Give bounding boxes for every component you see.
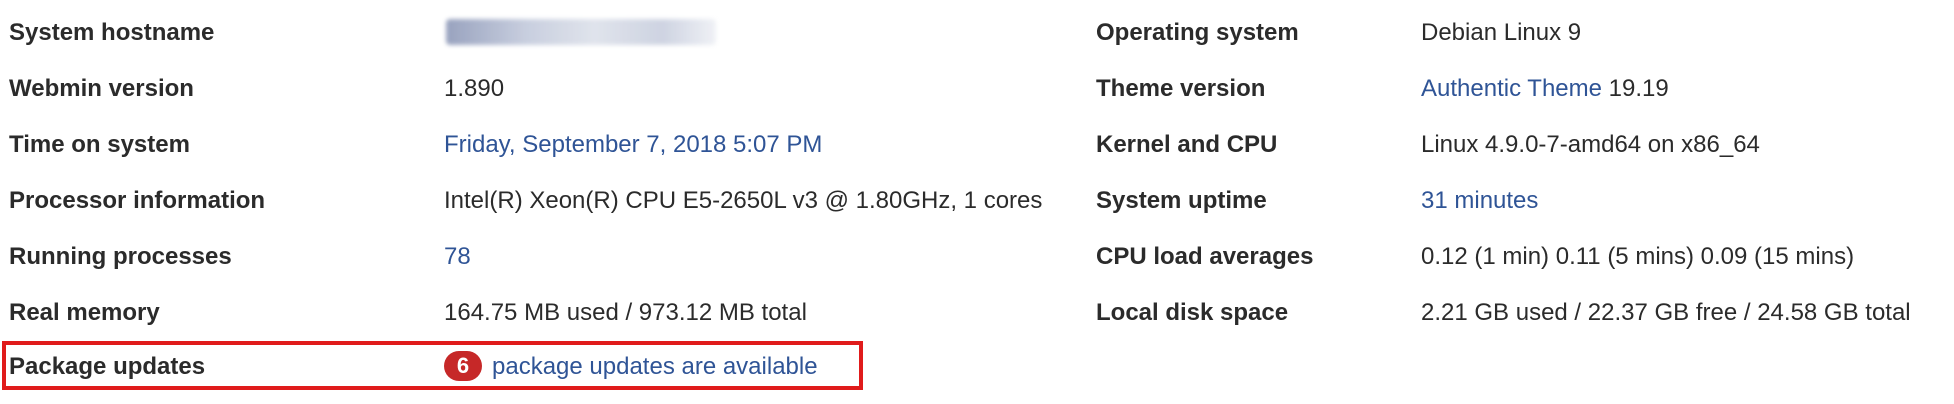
cpu-load-averages-label: CPU load averages: [1096, 243, 1314, 270]
theme-version-label: Theme version: [1096, 75, 1266, 102]
time-on-system-label: Time on system: [9, 131, 190, 158]
kernel-cpu-value: Linux 4.9.0-7-amd64 on x86_64: [1421, 131, 1760, 158]
system-info-panel: System hostname Operating system Debian …: [0, 0, 1954, 404]
package-updates-label: Package updates: [9, 353, 206, 380]
system-hostname-value-blurred: [446, 19, 716, 45]
time-on-system-link[interactable]: Friday, September 7, 2018 5:07 PM: [444, 131, 822, 158]
local-disk-space-label: Local disk space: [1096, 299, 1289, 326]
local-disk-space-value: 2.21 GB used / 22.37 GB free / 24.58 GB …: [1421, 299, 1911, 326]
theme-version-value: Authentic Theme 19.19: [1421, 61, 1669, 117]
operating-system-label: Operating system: [1096, 19, 1299, 46]
real-memory-value: 164.75 MB used / 973.12 MB total: [444, 299, 807, 326]
running-processes-link[interactable]: 78: [444, 243, 471, 270]
package-updates-count-badge: 6: [444, 350, 482, 381]
package-updates-link[interactable]: package updates are available: [492, 353, 818, 380]
authentic-theme-link[interactable]: Authentic Theme: [1421, 75, 1602, 102]
cpu-load-averages-value: 0.12 (1 min) 0.11 (5 mins) 0.09 (15 mins…: [1421, 243, 1855, 270]
running-processes-value: 78: [444, 229, 471, 285]
system-uptime-value: 31 minutes: [1421, 173, 1538, 229]
kernel-cpu-label: Kernel and CPU: [1096, 131, 1278, 158]
time-on-system-value: Friday, September 7, 2018 5:07 PM: [444, 117, 822, 173]
webmin-version-label: Webmin version: [9, 75, 194, 102]
system-uptime-label: System uptime: [1096, 187, 1267, 214]
real-memory-label: Real memory: [9, 299, 160, 326]
running-processes-label: Running processes: [9, 243, 232, 270]
theme-version-number: 19.19: [1608, 75, 1669, 102]
processor-information-value: Intel(R) Xeon(R) CPU E5-2650L v3 @ 1.80G…: [444, 187, 1043, 214]
package-updates-value: 6 package updates are available: [444, 341, 818, 393]
webmin-version-value: 1.890: [444, 75, 505, 102]
operating-system-value: Debian Linux 9: [1421, 19, 1582, 46]
processor-information-label: Processor information: [9, 187, 266, 214]
system-uptime-link[interactable]: 31 minutes: [1421, 187, 1538, 214]
system-hostname-label: System hostname: [9, 19, 215, 46]
